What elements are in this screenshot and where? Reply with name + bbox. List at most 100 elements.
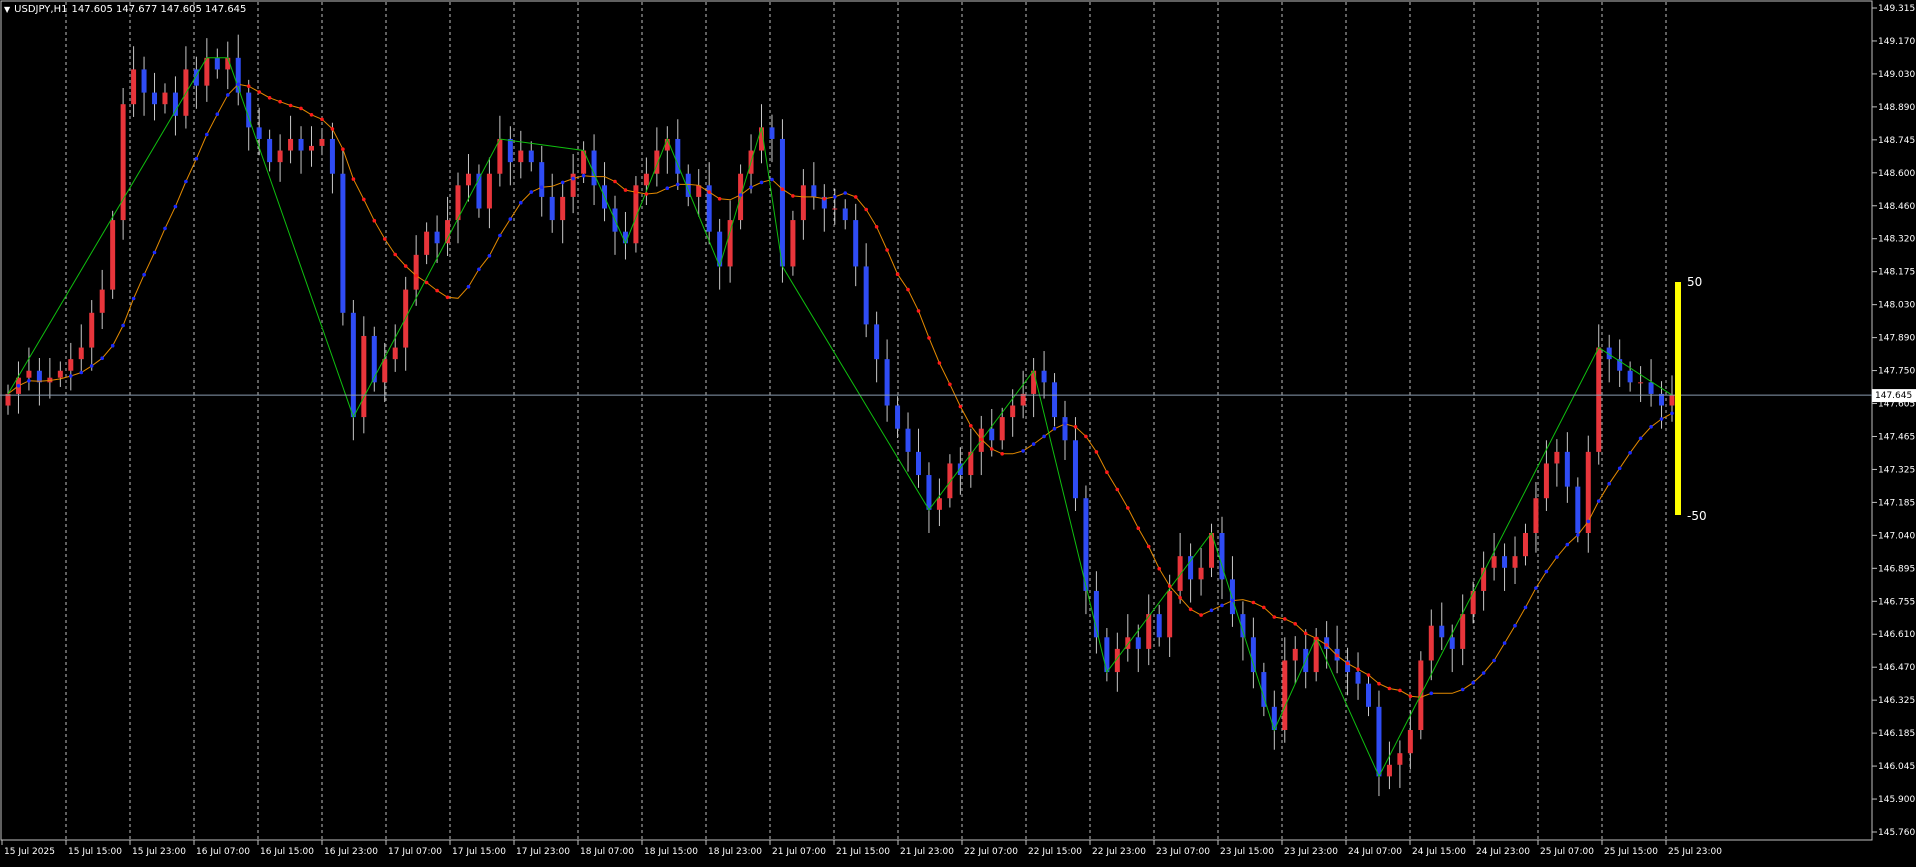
trend-dot (27, 379, 31, 383)
price-label: 148.600 (1878, 169, 1915, 179)
candle-body (1502, 556, 1508, 568)
price-label: 147.040 (1878, 531, 1915, 541)
trend-dot (1502, 641, 1507, 645)
trend-dot (131, 296, 136, 301)
candle-body (26, 370, 32, 378)
trend-dot (1293, 622, 1297, 626)
trend-dot (539, 185, 544, 189)
trend-dot (194, 156, 199, 161)
candle-body (392, 347, 398, 360)
candle-body (340, 173, 346, 313)
time-label: 15 Jul 2025 (4, 847, 55, 857)
trend-dot (1576, 533, 1580, 537)
candle-body (1292, 648, 1298, 661)
time-label: 15 Jul 15:00 (68, 847, 122, 857)
trend-dot (1335, 653, 1339, 658)
trend-dot (163, 226, 167, 231)
candle-body (1638, 382, 1644, 384)
trend-dot (519, 200, 523, 205)
triangle-down-icon[interactable]: ▼ (4, 5, 10, 14)
chart-canvas[interactable]: 149.315 149.170 149.030 148.890 148.745 148.6… (0, 0, 1916, 863)
price-label: 147.325 (1878, 465, 1915, 475)
trend-dot (906, 287, 910, 292)
trend-dot (623, 188, 628, 192)
candle-body (424, 231, 430, 255)
time-label: 15 Jul 23:00 (132, 847, 186, 857)
time-label: 22 Jul 07:00 (964, 847, 1018, 857)
trend-dot (1607, 481, 1611, 486)
trend-dot (1492, 658, 1496, 663)
trend-dot (477, 267, 481, 272)
trend-dot (362, 197, 366, 202)
trend-dot (822, 197, 827, 201)
candle-body (1167, 590, 1173, 638)
trend-dot (1408, 694, 1413, 698)
trend-dot (110, 343, 115, 348)
trend-dot (1586, 519, 1591, 524)
trend-dot (1188, 607, 1193, 612)
candle-body (842, 208, 848, 221)
candle-body (1543, 463, 1549, 499)
trend-dot (1314, 636, 1318, 641)
trend-dot (1356, 667, 1360, 671)
candle-body (1460, 614, 1466, 649)
trend-dot (226, 93, 230, 97)
price-label: 147.465 (1878, 432, 1915, 442)
candle-body (99, 289, 105, 313)
time-label: 18 Jul 15:00 (644, 847, 698, 857)
candle-body (319, 138, 325, 146)
trend-dot (1659, 417, 1664, 421)
trend-dot (1209, 608, 1214, 613)
candle-body (1522, 532, 1528, 557)
trend-dot (278, 99, 282, 104)
candle-body (141, 69, 147, 93)
trend-dot (676, 182, 680, 187)
trend-dot (937, 361, 942, 365)
candle-body (204, 57, 210, 86)
trend-dot (309, 113, 314, 117)
price-label: 148.460 (1878, 202, 1915, 212)
time-label: 25 Jul 23:00 (1668, 847, 1722, 857)
candle-body (539, 162, 545, 197)
candle-body (1020, 393, 1026, 406)
trend-dot (1398, 688, 1402, 693)
candle-body (1669, 395, 1675, 406)
candle-body (1062, 417, 1068, 441)
time-label: 16 Jul 15:00 (260, 847, 314, 857)
candle-body (1188, 556, 1194, 580)
candle-body (905, 428, 911, 452)
trend-dot (634, 190, 638, 194)
indicator-bottom-label: -50 (1687, 509, 1707, 523)
trend-dot (414, 273, 419, 278)
ohlc-values: 147.605 147.677 147.605 147.645 (71, 4, 247, 15)
candle-body (1449, 637, 1455, 649)
candle-body (1397, 753, 1403, 765)
candle-body (915, 451, 921, 476)
trend-dot (173, 204, 178, 209)
trend-dot (759, 180, 764, 185)
trend-dot (79, 370, 84, 375)
candle-body (936, 498, 942, 510)
candle-body (1596, 347, 1602, 452)
candle-body (1575, 486, 1581, 533)
trend-dot (1534, 586, 1538, 590)
candle-body (622, 231, 628, 244)
trend-dot (843, 191, 847, 195)
candle-body (382, 359, 388, 383)
candle-body (497, 138, 503, 174)
candle-body (895, 405, 901, 429)
trend-dot (205, 132, 209, 137)
candle-body (288, 138, 294, 151)
candle-body (1156, 614, 1162, 638)
candle-body (131, 69, 137, 105)
trend-dot (1429, 691, 1434, 696)
candle-body (507, 138, 513, 163)
candle-body (1554, 451, 1560, 464)
trend-dot (69, 374, 73, 378)
trend-dot (1387, 686, 1392, 691)
candle-body (1135, 637, 1141, 649)
candle-body (308, 145, 314, 151)
candle-body (518, 150, 524, 163)
price-chart[interactable]: 149.315 149.170 149.030 148.890 148.745 148.6… (0, 0, 1916, 863)
trend-dot (529, 190, 534, 194)
